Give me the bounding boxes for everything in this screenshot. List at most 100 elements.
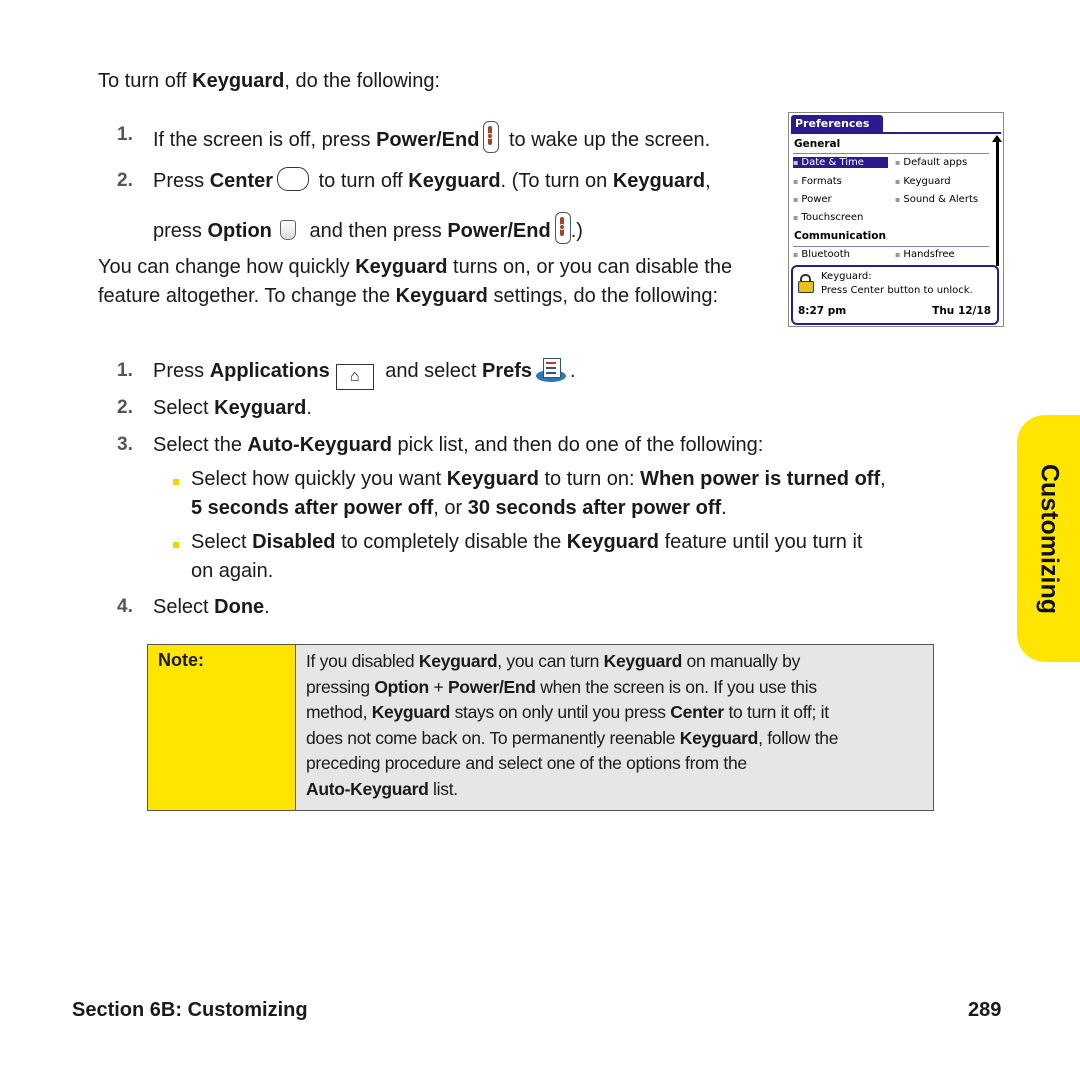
bold-term: Keyguard xyxy=(408,170,501,192)
pref-item-handsfree[interactable]: Handsfree xyxy=(895,249,954,260)
lock-icon xyxy=(798,274,814,293)
option-key-icon xyxy=(279,220,296,240)
pref-item-keyguard[interactable]: Keyguard xyxy=(895,176,950,187)
bold-term: 30 seconds after power off xyxy=(467,497,722,519)
note-line: Auto-Keyguard list. xyxy=(306,777,921,803)
bold-term: Applications xyxy=(209,360,330,382)
device-screenshot: Preferences General Date & Time Default … xyxy=(788,112,1004,327)
pref-item-touchscreen[interactable]: Touchscreen xyxy=(793,212,863,223)
step-number: 1. xyxy=(117,124,133,145)
bold-term: Option xyxy=(207,220,272,242)
applications-home-key-icon: ⌂ xyxy=(335,364,374,390)
pref-item-default-apps[interactable]: Default apps xyxy=(895,157,967,168)
pref-item-bluetooth[interactable]: Bluetooth xyxy=(793,249,850,260)
text: .) xyxy=(570,220,583,242)
bold-term: Keyguard xyxy=(612,170,706,192)
note-line: method, Keyguard stays on only until you… xyxy=(306,700,921,726)
popup-title: Keyguard: xyxy=(821,271,872,282)
text: to turn on: xyxy=(538,468,641,490)
text: Select xyxy=(153,397,215,419)
footer-section: Section 6B: Customizing xyxy=(72,999,308,1021)
bold-term: Prefs xyxy=(482,360,533,382)
bold-term: Disabled xyxy=(252,531,336,553)
bold-term: Keyguard xyxy=(192,70,285,92)
text: . xyxy=(721,497,727,519)
text: and select xyxy=(379,360,482,382)
text: If the screen is off, press xyxy=(153,129,377,151)
clock-date: Thu 12/18 xyxy=(932,305,991,317)
step-text: Select Keyguard. xyxy=(153,394,312,423)
bold-term: Power/End xyxy=(376,129,480,151)
bold-term: Auto-Keyguard xyxy=(306,778,429,799)
text: , xyxy=(705,170,711,192)
bullet-text: Select how quickly you want Keyguard to … xyxy=(191,465,886,494)
text: feature until you turn it xyxy=(659,531,863,553)
section-divider xyxy=(793,153,989,154)
step-text: If the screen is off, press Power/End to… xyxy=(153,121,710,155)
note-line: preceding procedure and select one of th… xyxy=(306,751,921,777)
bold-term: Keyguard xyxy=(355,256,448,278)
text: To turn off xyxy=(98,70,193,92)
bold-term: Keyguard xyxy=(446,468,539,490)
text: to turn off xyxy=(313,170,409,192)
bold-term: Done xyxy=(214,596,265,618)
power-end-key-icon xyxy=(554,212,571,244)
pref-item-date-time[interactable]: Date & Time xyxy=(793,157,888,168)
text: does not come back on. To permanently re… xyxy=(306,727,680,748)
text: , xyxy=(880,468,886,490)
text: , do the following: xyxy=(284,70,441,92)
note-text: If you disabled Keyguard, you can turn K… xyxy=(306,649,921,803)
bold-term: Power/End xyxy=(447,676,536,697)
note-line: does not come back on. To permanently re… xyxy=(306,726,921,752)
step-text-cont: press Option and then press Power/End.) xyxy=(153,212,583,246)
text: to completely disable the xyxy=(335,531,567,553)
bold-term: Keyguard xyxy=(214,397,307,419)
text: You can change how quickly xyxy=(98,256,356,278)
note-line: pressing Option + Power/End when the scr… xyxy=(306,675,921,701)
prefs-app-icon xyxy=(536,358,567,382)
preferences-title: Preferences xyxy=(791,115,883,133)
power-end-key-icon xyxy=(483,121,500,153)
bold-term: Keyguard xyxy=(566,531,660,553)
step-text: Select the Auto-Keyguard pick list, and … xyxy=(153,431,763,460)
text: . xyxy=(306,397,312,419)
pref-item-sound-alerts[interactable]: Sound & Alerts xyxy=(895,194,978,205)
section-general: General xyxy=(794,138,841,150)
note-line: If you disabled Keyguard, you can turn K… xyxy=(306,649,921,675)
step-text: Select Done. xyxy=(153,593,270,622)
text: . (To turn on xyxy=(500,170,613,192)
bullet-text: Select Disabled to completely disable th… xyxy=(191,528,862,557)
bullet-text-cont: 5 seconds after power off, or 30 seconds… xyxy=(191,494,727,523)
bold-term: Keyguard xyxy=(679,727,759,748)
text: when the screen is on. If you use this xyxy=(535,676,817,697)
bullet-text-cont: on again. xyxy=(191,557,273,586)
bold-term: Keyguard xyxy=(371,702,451,723)
text: on manually by xyxy=(681,651,801,671)
text: Select the xyxy=(153,434,248,456)
bullet-marker xyxy=(173,479,179,485)
text: , or xyxy=(433,497,468,519)
scrollbar[interactable] xyxy=(996,141,999,266)
intro-text: To turn off Keyguard, do the following: xyxy=(98,67,440,96)
text: stays on only until you press xyxy=(450,702,671,723)
text: press xyxy=(153,220,208,242)
bold-term: Keyguard xyxy=(603,651,683,671)
note-label: Note: xyxy=(158,650,204,670)
bold-term: Power/End xyxy=(447,220,551,242)
text: , follow the xyxy=(758,727,839,748)
section-divider xyxy=(793,246,989,247)
pref-item-power[interactable]: Power xyxy=(793,194,831,205)
pref-item-formats[interactable]: Formats xyxy=(793,176,841,187)
text: Select how quickly you want xyxy=(191,468,447,490)
text: and then press xyxy=(303,220,448,242)
note-label-cell: Note: xyxy=(148,645,296,810)
page-number: 289 xyxy=(968,999,1002,1021)
chapter-side-tab: Customizing xyxy=(1017,415,1080,662)
step-text: Press Center to turn off Keyguard. (To t… xyxy=(153,167,711,196)
step-number: 1. xyxy=(117,360,133,381)
text: Press xyxy=(153,360,210,382)
text: pressing xyxy=(306,676,375,697)
text: Select xyxy=(191,531,253,553)
bold-term: Auto-Keyguard xyxy=(247,434,392,456)
text: , you can turn xyxy=(497,651,604,671)
